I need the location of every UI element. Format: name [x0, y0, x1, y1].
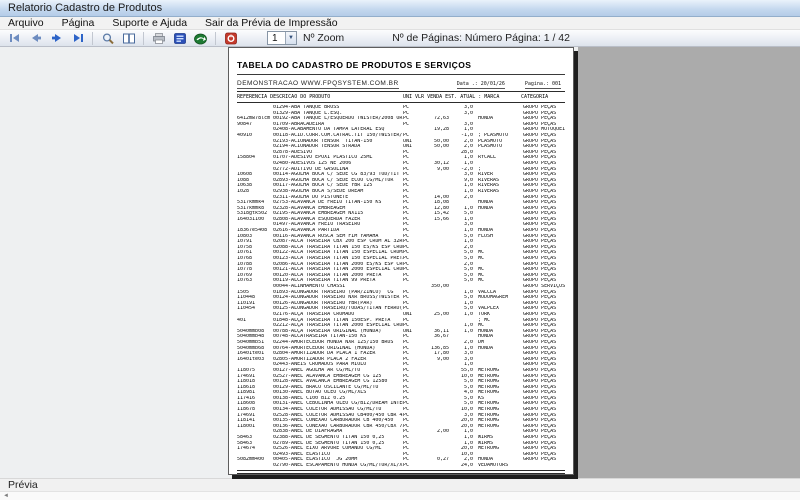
column-header-left: REFERENCIA DESCRICAO DO PRODUTO: [237, 94, 331, 100]
menu-bar: Arquivo Página Suporte e Ajuda Sair da P…: [0, 17, 800, 30]
status-text: Prévia: [8, 479, 38, 491]
menu-pagina[interactable]: Página: [62, 17, 95, 29]
first-page-icon: [9, 34, 19, 42]
pages-label: Nº de Páginas: Número Página: 1 / 42: [392, 32, 570, 44]
divider: [237, 102, 565, 103]
toolbar-separator: [215, 31, 216, 45]
first-page-button[interactable]: [4, 31, 25, 46]
scroll-left-icon[interactable]: ◄: [0, 492, 12, 500]
menu-arquivo[interactable]: Arquivo: [8, 17, 44, 29]
next-page-icon: [51, 34, 61, 42]
prev-page-button[interactable]: [25, 31, 46, 46]
report-meta: DEMONSTRACAO WWW.FPQSYSTEM.COM.BR Data .…: [237, 80, 565, 89]
dropdown-arrow-icon[interactable]: ▼: [285, 32, 296, 44]
exit-preview-button[interactable]: [220, 31, 241, 46]
table-body: 01294-ABA TANQUE BROSS PC 3,0 GRUPO PEÇAS 01…: [237, 105, 565, 469]
last-page-icon: [73, 34, 83, 42]
zoom-label: Nº Zoom: [303, 32, 345, 44]
exit-preview-icon: [224, 32, 237, 44]
status-bar: Prévia: [0, 478, 800, 491]
zoom-select-value: 1: [272, 32, 278, 44]
last-page-button[interactable]: [67, 31, 88, 46]
toolbar-separator: [143, 31, 144, 45]
print-setup-icon: [173, 32, 186, 44]
report-page: TABELA DO CADASTRO DE PRODUTOS E SERVIÇO…: [228, 47, 574, 475]
window-title: Relatorio Cadastro de Produtos: [8, 2, 163, 14]
two-page-view-icon: [122, 33, 135, 43]
zoom-icon: [102, 32, 114, 44]
print-button[interactable]: [148, 31, 169, 46]
table-header: REFERENCIA DESCRICAO DO PRODUTO UNI VLR …: [237, 94, 565, 100]
export-icon: [194, 33, 207, 44]
two-page-view-button[interactable]: [118, 31, 139, 46]
zoom-button[interactable]: [97, 31, 118, 46]
divider: [237, 91, 565, 92]
zoom-select[interactable]: 1 ▼: [267, 31, 297, 45]
menu-sair-da-previa[interactable]: Sair da Prévia de Impressão: [205, 17, 337, 29]
report-company: DEMONSTRACAO WWW.FPQSYSTEM.COM.BR: [237, 80, 399, 89]
divider: [237, 74, 565, 75]
horizontal-scrollbar[interactable]: ◄: [0, 491, 800, 500]
report-page-number: Pagina.: 001: [524, 81, 561, 89]
menu-suporte-e-ajuda[interactable]: Suporte e Ajuda: [112, 17, 187, 29]
report-title: TABELA DO CADASTRO DE PRODUTOS E SERVIÇO…: [237, 60, 472, 70]
column-header-right: CATEGORIA: [521, 94, 549, 100]
export-button[interactable]: [190, 31, 211, 46]
column-header-mid: UNI VLR VENDA EST. ATUAL : MARCA: [403, 94, 500, 100]
print-icon: [152, 32, 165, 44]
print-preview-area: TABELA DO CADASTRO DE PRODUTOS E SERVIÇO…: [0, 47, 800, 478]
report-date: Data .: 20/01/26: [456, 81, 505, 89]
next-page-button[interactable]: [46, 31, 67, 46]
toolbar: 1 ▼ Nº Zoom Nº de Páginas: Número Página…: [0, 30, 800, 47]
window-titlebar: Relatorio Cadastro de Produtos: [0, 0, 800, 17]
print-setup-button[interactable]: [169, 31, 190, 46]
preview-background: [578, 47, 800, 478]
toolbar-separator: [92, 31, 93, 45]
prev-page-icon: [31, 34, 41, 42]
report-end-line: [237, 469, 565, 474]
table-row: 02790-ANEL ESCAPAMENTO HONDA CG/ML/TUR/X…: [273, 463, 509, 468]
